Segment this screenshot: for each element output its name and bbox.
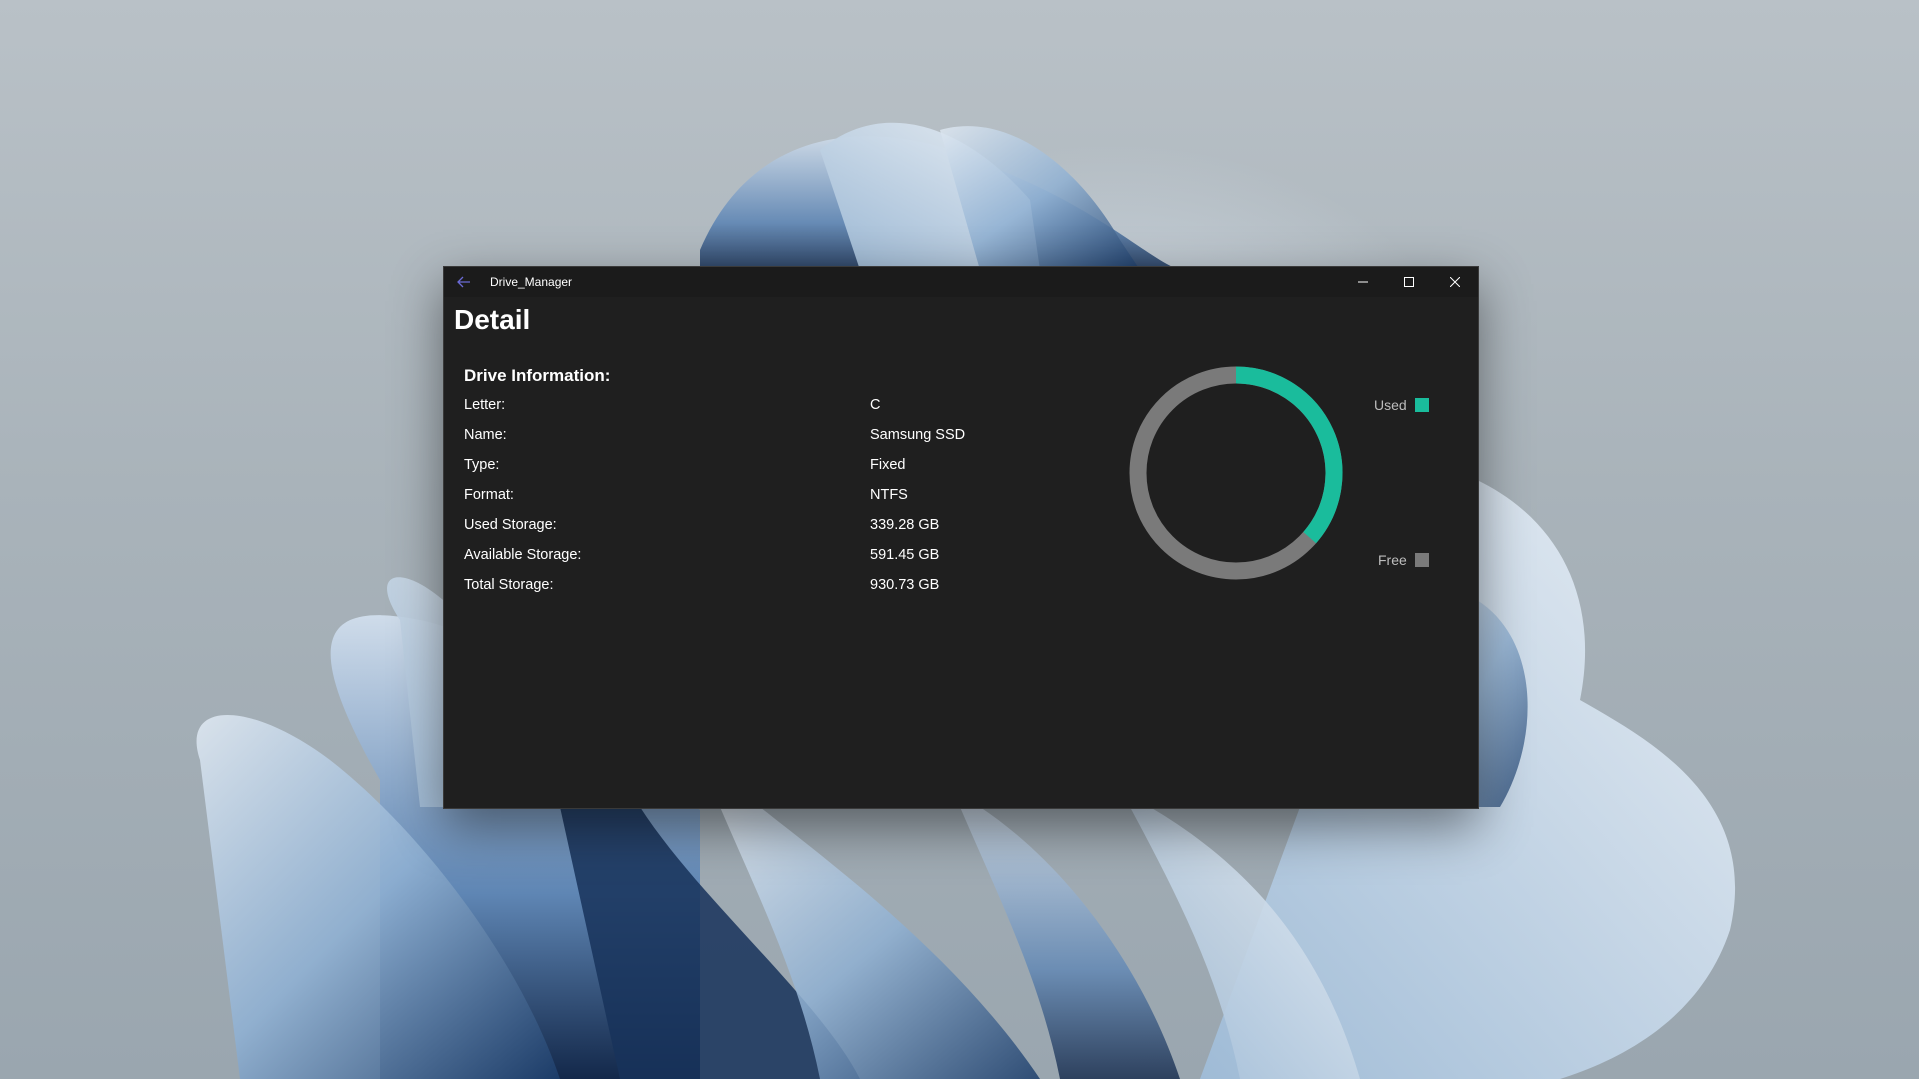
close-button[interactable] xyxy=(1432,267,1478,297)
section-title: Drive Information: xyxy=(464,366,611,385)
storage-donut-chart xyxy=(1129,366,1343,580)
title-bar[interactable]: Drive_Manager xyxy=(444,267,1478,297)
info-value: 339.28 GB xyxy=(870,517,940,533)
info-row-available-storage: Available Storage: 591.45 GB xyxy=(464,545,984,575)
info-label: Used Storage: xyxy=(464,517,557,533)
donut-slice-used xyxy=(1235,366,1343,544)
caption-buttons xyxy=(1340,267,1478,297)
info-row-used-storage: Used Storage: 339.28 GB xyxy=(464,515,984,545)
legend-swatch-used xyxy=(1414,398,1429,412)
legend-swatch-free xyxy=(1414,553,1429,567)
info-value: 591.45 GB xyxy=(870,547,940,563)
back-arrow-icon xyxy=(457,276,470,288)
info-value: Samsung SSD xyxy=(870,427,966,443)
info-row-format: Format: NTFS xyxy=(464,485,984,515)
app-title: Drive_Manager xyxy=(490,275,573,289)
close-icon xyxy=(1450,277,1460,287)
info-value: 930.73 GB xyxy=(870,577,940,593)
info-row-type: Type: Fixed xyxy=(464,455,984,485)
info-label: Format: xyxy=(464,487,514,503)
page-title: Detail xyxy=(454,304,531,335)
legend-label: Free xyxy=(1378,552,1407,568)
legend-label: Used xyxy=(1374,397,1407,413)
info-label: Name: xyxy=(464,427,507,443)
info-value: NTFS xyxy=(870,487,908,503)
minimize-button[interactable] xyxy=(1340,267,1386,297)
maximize-icon xyxy=(1404,277,1414,287)
legend-item-free: Free xyxy=(1378,552,1429,568)
info-label: Type: xyxy=(464,457,500,473)
info-row-total-storage: Total Storage: 930.73 GB xyxy=(464,575,984,605)
info-value: C xyxy=(870,397,881,413)
info-value: Fixed xyxy=(870,457,906,473)
info-row-name: Name: Samsung SSD xyxy=(464,425,984,455)
minimize-icon xyxy=(1358,281,1368,283)
info-label: Total Storage: xyxy=(464,577,554,593)
maximize-button[interactable] xyxy=(1386,267,1432,297)
legend-item-used: Used xyxy=(1374,397,1429,413)
drive-info-table: Letter: C Name: Samsung SSD Type: Fixed … xyxy=(464,395,984,605)
back-button[interactable] xyxy=(448,267,480,297)
info-label: Available Storage: xyxy=(464,547,582,563)
app-window: Drive_Manager Detail Drive Information: xyxy=(443,266,1479,809)
info-label: Letter: xyxy=(464,397,506,413)
info-row-letter: Letter: C xyxy=(464,395,984,425)
